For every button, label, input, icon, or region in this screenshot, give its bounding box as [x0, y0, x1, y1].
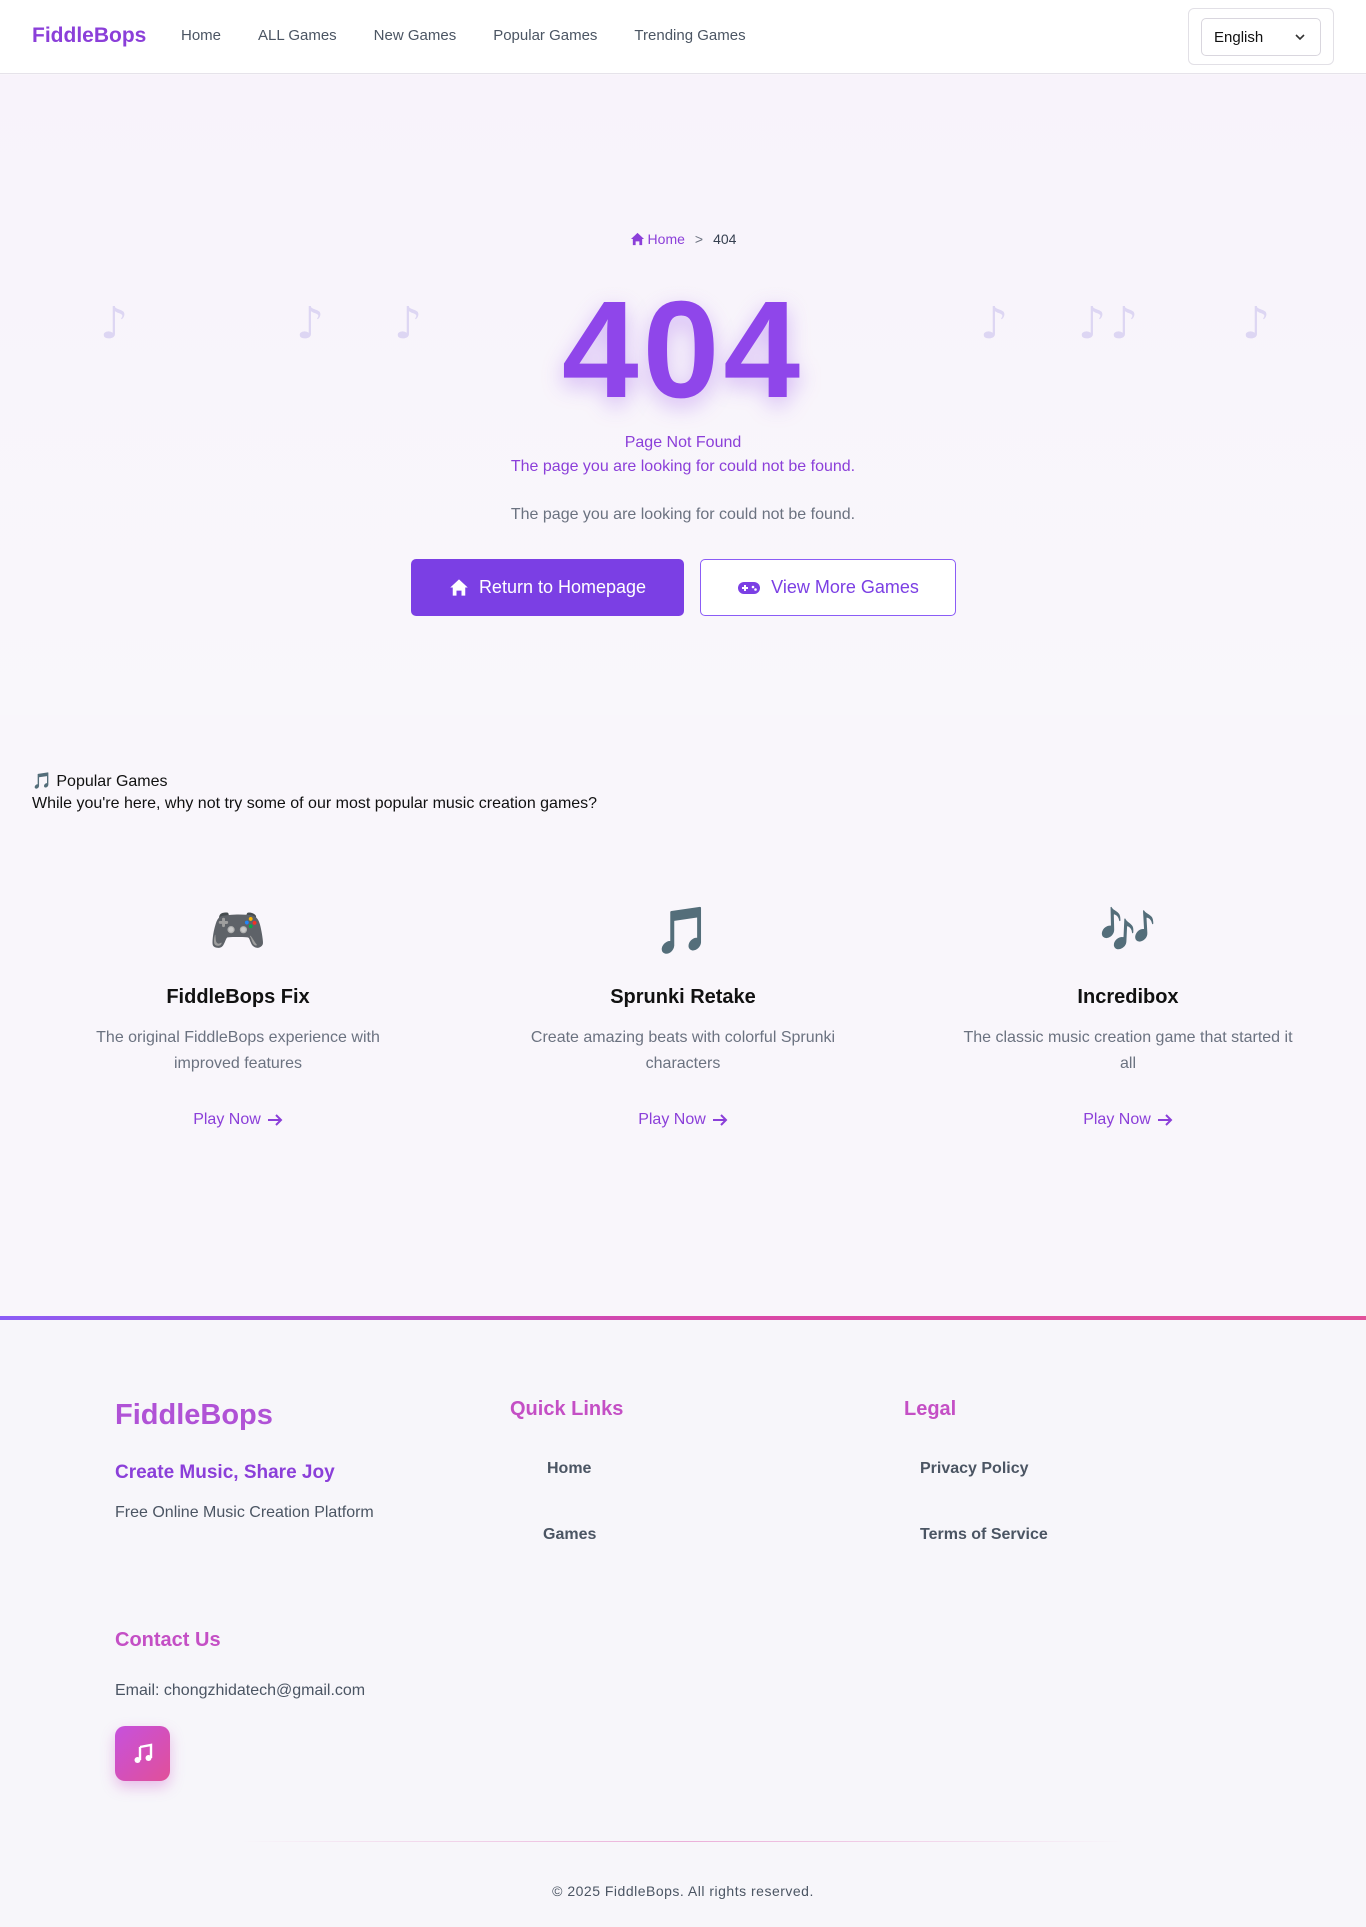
- breadcrumb-separator: >: [694, 231, 704, 247]
- play-now-link[interactable]: Play Now: [193, 1111, 283, 1129]
- popular-games-title: 🎵 Popular Games: [32, 773, 168, 790]
- error-description: The page you are looking for could not b…: [510, 506, 856, 523]
- site-header: FiddleBops Home ALL Games New Games Popu…: [0, 0, 1366, 74]
- breadcrumb: Home >404: [0, 231, 1366, 247]
- footer-description: Free Online Music Creation Platform: [115, 1504, 374, 1521]
- chevron-down-icon: [1295, 34, 1305, 41]
- gamepad-icon: [738, 581, 761, 594]
- nav-home[interactable]: Home: [181, 27, 221, 44]
- contact-email[interactable]: Email: chongzhidatech@gmail.com: [115, 1682, 365, 1700]
- game-title: FiddleBops Fix: [166, 986, 310, 1008]
- footer-tagline: Create Music, Share Joy: [115, 1462, 335, 1483]
- footer-link-terms[interactable]: Terms of Service: [920, 1526, 1048, 1544]
- game-description: The classic music creation game that sta…: [963, 1029, 1293, 1072]
- site-logo[interactable]: FiddleBops: [32, 24, 146, 48]
- contact-heading: Contact Us: [115, 1629, 221, 1651]
- nav-all-games[interactable]: ALL Games: [258, 27, 337, 44]
- game-description: The original FiddleBops experience with …: [96, 1029, 380, 1072]
- breadcrumb-home[interactable]: Home: [630, 231, 685, 247]
- home-icon: [450, 579, 468, 596]
- language-value: English: [1214, 28, 1264, 46]
- music-notes-icon: 🎶: [1099, 903, 1157, 957]
- error-subtitle: The page you are looking for could not b…: [510, 458, 856, 475]
- error-title: Page Not Found: [624, 434, 742, 451]
- view-more-games-label: View More Games: [771, 577, 919, 597]
- legal-heading: Legal: [904, 1398, 957, 1420]
- site-footer: FiddleBops Create Music, Share Joy Free …: [0, 1316, 1366, 1927]
- arrow-right-icon: [1157, 1114, 1173, 1126]
- breadcrumb-current: 404: [713, 231, 737, 247]
- language-container: English: [1188, 8, 1334, 65]
- home-icon: [630, 232, 644, 246]
- footer-accent-line: [0, 1316, 1366, 1320]
- popular-games-description: While you're here, why not try some of o…: [32, 795, 598, 812]
- view-more-games-button[interactable]: View More Games: [700, 559, 956, 616]
- arrow-right-icon: [267, 1114, 283, 1126]
- music-app-button[interactable]: [115, 1726, 170, 1781]
- return-homepage-button[interactable]: Return to Homepage: [411, 559, 684, 616]
- footer-link-privacy[interactable]: Privacy Policy: [920, 1460, 1029, 1478]
- game-description: Create amazing beats with colorful Sprun…: [530, 1029, 836, 1072]
- main-nav: Home ALL Games New Games Popular Games T…: [181, 27, 783, 44]
- arrow-right-icon: [712, 1114, 728, 1126]
- game-title: Incredibox: [1077, 986, 1179, 1008]
- play-now-link[interactable]: Play Now: [638, 1111, 728, 1129]
- game-card-fiddlebops-fix: 🎮 FiddleBops Fix The original FiddleBops…: [48, 900, 428, 1129]
- copyright: © 2025 FiddleBops. All rights reserved.: [552, 1883, 814, 1899]
- music-note-icon: [134, 1743, 152, 1763]
- nav-new-games[interactable]: New Games: [374, 27, 457, 44]
- play-now-link[interactable]: Play Now: [1083, 1111, 1173, 1129]
- footer-divider: [240, 1841, 1126, 1842]
- game-title: Sprunki Retake: [610, 986, 756, 1008]
- footer-link-games[interactable]: Games: [543, 1526, 596, 1544]
- music-note-icon: 🎵: [654, 903, 712, 957]
- game-card-sprunki-retake: 🎵 Sprunki Retake Create amazing beats wi…: [493, 900, 873, 1129]
- nav-trending-games[interactable]: Trending Games: [634, 27, 745, 44]
- game-card-incredibox: 🎶 Incredibox The classic music creation …: [938, 900, 1318, 1129]
- error-code: 404: [561, 273, 805, 427]
- nav-popular-games[interactable]: Popular Games: [493, 27, 597, 44]
- language-select[interactable]: English: [1201, 18, 1321, 56]
- footer-logo[interactable]: FiddleBops: [115, 1399, 273, 1432]
- gamepad-icon: 🎮: [209, 903, 267, 957]
- footer-link-home[interactable]: Home: [547, 1460, 591, 1478]
- quick-links-heading: Quick Links: [510, 1398, 624, 1420]
- return-homepage-label: Return to Homepage: [478, 577, 647, 597]
